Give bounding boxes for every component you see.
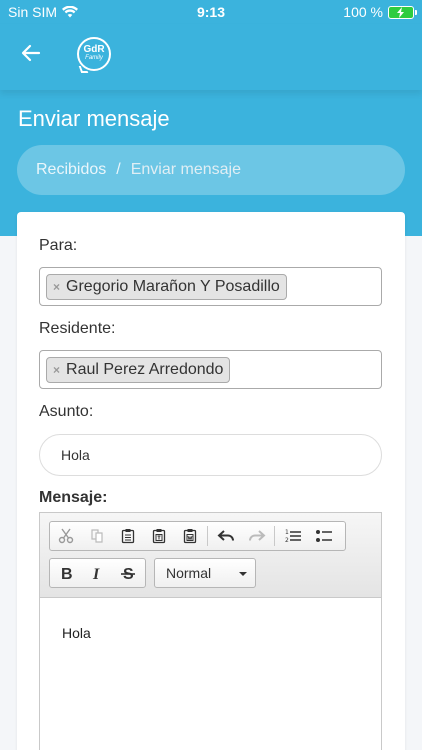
residente-select[interactable]: × Raul Perez Arredondo (39, 350, 382, 389)
battery-icon (388, 5, 417, 19)
bold-button[interactable]: B (50, 559, 81, 587)
message-form-card: Para: × Gregorio Marañon Y Posadillo Res… (17, 212, 405, 750)
page-title: Enviar mensaje (18, 106, 170, 131)
toolbar-separator (274, 526, 275, 546)
toolbar-separator (207, 526, 208, 546)
redo-icon (248, 530, 265, 541)
italic-button[interactable]: I (81, 559, 112, 587)
scissors-icon (58, 528, 73, 544)
bold-icon: B (61, 566, 73, 581)
editor-content[interactable]: Hola (62, 625, 91, 641)
paste-text-icon (152, 529, 165, 544)
back-button[interactable] (20, 42, 42, 64)
app-bar: GdR Family (0, 24, 422, 90)
remove-tag-icon[interactable]: × (53, 280, 60, 294)
battery-percent: 100 % (343, 4, 383, 20)
editor-toolbar: 12 B I S Normal (40, 513, 381, 598)
paste-word-icon (183, 529, 196, 544)
paste-text-button[interactable] (143, 522, 174, 550)
toolbar-group-clipboard: 12 (49, 521, 346, 551)
bullet-list-icon (315, 530, 332, 542)
arrow-left-icon (21, 44, 41, 62)
para-label: Para: (39, 237, 78, 254)
breadcrumb-link-recibidos[interactable]: Recibidos (36, 161, 106, 179)
para-tag-label: Gregorio Marañon Y Posadillo (66, 278, 280, 295)
toolbar-group-style: B I S (49, 558, 146, 588)
strikethrough-icon: S (120, 566, 135, 581)
app-logo: GdR Family (77, 37, 111, 71)
para-tag: × Gregorio Marañon Y Posadillo (46, 274, 287, 300)
logo-text: GdR (83, 44, 105, 55)
logo-subtext: Family (85, 55, 103, 61)
remove-tag-icon[interactable]: × (53, 363, 60, 377)
svg-text:2: 2 (285, 537, 289, 544)
svg-text:1: 1 (285, 529, 289, 536)
residente-tag: × Raul Perez Arredondo (46, 357, 231, 383)
format-select[interactable]: Normal (154, 558, 256, 588)
rich-text-editor: 12 B I S Normal Hola (39, 512, 382, 750)
copy-button[interactable] (81, 522, 112, 550)
breadcrumb: Recibidos / Enviar mensaje (17, 145, 405, 195)
mensaje-label: Mensaje: (39, 489, 108, 506)
numbered-list-button[interactable]: 12 (277, 522, 308, 550)
paste-word-button[interactable] (174, 522, 205, 550)
italic-icon: I (92, 566, 100, 581)
residente-tag-label: Raul Perez Arredondo (66, 361, 224, 378)
undo-button[interactable] (210, 522, 241, 550)
asunto-label: Asunto: (39, 403, 94, 420)
residente-label: Residente: (39, 320, 116, 337)
strikethrough-button[interactable]: S (112, 559, 143, 587)
breadcrumb-separator: / (116, 161, 121, 178)
battery-status: 100 % (343, 4, 417, 20)
chevron-down-icon (239, 572, 247, 576)
status-bar: Sin SIM 9:13 100 % (0, 0, 422, 24)
breadcrumb-current: Enviar mensaje (130, 161, 241, 178)
asunto-input[interactable]: Hola (39, 434, 382, 476)
redo-button[interactable] (241, 522, 272, 550)
svg-text:B: B (61, 566, 73, 581)
clipboard-icon (121, 529, 134, 544)
copy-icon (90, 529, 103, 543)
paste-button[interactable] (112, 522, 143, 550)
numbered-list-icon: 12 (285, 529, 301, 544)
para-select[interactable]: × Gregorio Marañon Y Posadillo (39, 267, 382, 306)
svg-text:I: I (92, 566, 100, 581)
asunto-value: Hola (61, 447, 90, 463)
bullet-list-button[interactable] (308, 522, 339, 550)
cut-button[interactable] (50, 522, 81, 550)
undo-icon (217, 530, 234, 541)
format-select-value: Normal (166, 565, 212, 581)
